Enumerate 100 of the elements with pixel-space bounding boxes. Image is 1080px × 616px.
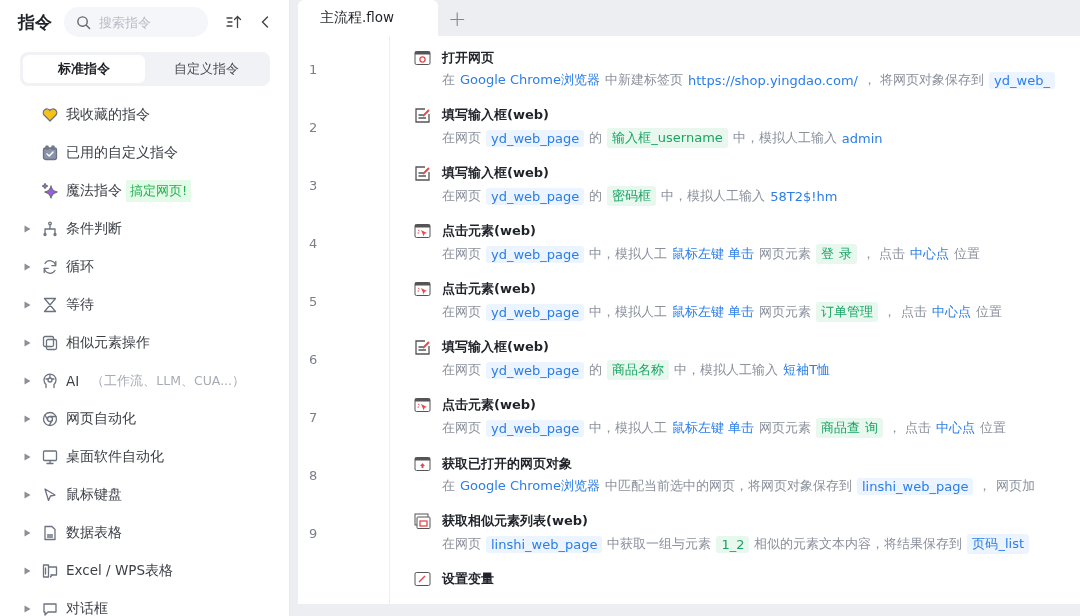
stacked-windows-icon	[414, 512, 431, 530]
command-category[interactable]: AI	[66, 373, 80, 389]
description-text: 中，模拟人工	[589, 303, 668, 321]
variable-tag[interactable]: linshi_web_page	[856, 477, 974, 495]
click-window-icon	[414, 280, 431, 298]
line-number: 4	[309, 235, 318, 251]
command-category[interactable]: 网页自动化	[66, 410, 136, 428]
value-link[interactable]: https://shop.yingdao.com/	[687, 72, 858, 88]
description-text: 中新建标签页	[604, 71, 683, 89]
element-tag[interactable]: 登 录	[816, 244, 857, 264]
value-link[interactable]: 中心点	[909, 245, 949, 263]
caret-icon[interactable]	[24, 339, 31, 347]
element-tag[interactable]: 密码框	[607, 186, 657, 206]
command-category[interactable]: 相似元素操作	[66, 334, 150, 352]
command-category[interactable]: 已用的自定义指令	[66, 144, 178, 162]
step-title[interactable]: 打开网页	[442, 49, 494, 67]
category-note: （工作流、LLM、CUA...）	[91, 372, 246, 390]
value-link[interactable]: admin	[841, 130, 883, 146]
element-tag[interactable]: 商品查 询	[816, 418, 883, 438]
caret-icon[interactable]	[24, 491, 31, 499]
description-text: 在	[442, 71, 455, 89]
caret-icon[interactable]	[24, 453, 31, 461]
description-text: 网页元素	[759, 303, 812, 321]
command-category[interactable]: 桌面软件自动化	[66, 448, 164, 466]
variable-tag[interactable]: yd_web_page	[486, 129, 585, 147]
command-category[interactable]: Excel / WPS表格	[66, 562, 173, 580]
caret-icon[interactable]	[24, 415, 31, 423]
command-category[interactable]: 魔法指令	[66, 182, 122, 200]
variable-tag[interactable]: yd_web_page	[486, 361, 585, 379]
description-text: ， 点击	[883, 303, 927, 321]
description-text: 在	[442, 477, 455, 495]
chat-icon	[42, 601, 58, 616]
command-category[interactable]: 条件判断	[66, 220, 122, 238]
tab[interactable]: 自定义指令	[145, 55, 267, 83]
description-text: 网页元素	[759, 245, 812, 263]
command-category[interactable]: 数据表格	[66, 524, 122, 542]
element-tag[interactable]: 订单管理	[816, 302, 879, 322]
element-tag[interactable]: 1_2	[716, 535, 750, 553]
edit-form-icon	[414, 164, 431, 182]
refresh-icon	[42, 259, 58, 275]
value-link[interactable]: 58T2$!hm	[770, 188, 838, 204]
search-field[interactable]: 搜索指令	[64, 7, 208, 37]
command-category[interactable]: 对话框	[66, 600, 108, 616]
element-tag[interactable]: 输入框_username	[607, 128, 728, 148]
step-title[interactable]: 设置变量	[442, 570, 494, 588]
step-title[interactable]: 填写输入框(web)	[442, 164, 549, 182]
step-title[interactable]: 填写输入框(web)	[442, 338, 549, 356]
click-window-icon	[414, 396, 431, 414]
tab[interactable]: 标准指令	[23, 55, 145, 83]
command-category[interactable]: 我收藏的指令	[66, 106, 150, 124]
value-link[interactable]: Google Chrome浏览器	[460, 477, 600, 495]
spreadsheet-icon	[42, 563, 58, 579]
line-number: 5	[309, 293, 318, 309]
variable-tag[interactable]: 页码_list	[967, 534, 1030, 554]
step-title[interactable]: 填写输入框(web)	[442, 106, 549, 124]
command-category[interactable]: 等待	[66, 296, 94, 314]
element-tag[interactable]: 商品名称	[607, 360, 670, 380]
step-title[interactable]: 点击元素(web)	[442, 222, 536, 240]
variable-tag[interactable]: linshi_web_page	[486, 535, 603, 553]
caret-icon[interactable]	[24, 377, 31, 385]
caret-icon[interactable]	[24, 605, 31, 613]
variable-tag[interactable]: yd_web_	[989, 71, 1055, 89]
value-link[interactable]: 中心点	[931, 303, 971, 321]
caret-icon[interactable]	[24, 225, 31, 233]
step-title[interactable]: 点击元素(web)	[442, 280, 536, 298]
line-number: 8	[309, 467, 318, 483]
variable-tag[interactable]: yd_web_page	[486, 419, 585, 437]
value-link[interactable]: 中心点	[935, 419, 975, 437]
description-text: 在网页	[442, 535, 481, 553]
value-link[interactable]: 鼠标左键 单击	[672, 419, 755, 437]
variable-tag[interactable]: yd_web_page	[486, 187, 585, 205]
step-title[interactable]: 获取相似元素列表(web)	[442, 512, 588, 530]
description-text: 中，模拟人工输入	[674, 361, 779, 379]
add-tab-button[interactable]: +	[438, 5, 477, 31]
description-text: 在网页	[442, 419, 481, 437]
command-category[interactable]: 循环	[66, 258, 94, 276]
description-text: 的	[589, 187, 603, 205]
step-title[interactable]: 点击元素(web)	[442, 396, 536, 414]
file-tab[interactable]: 主流程.flow	[298, 0, 438, 36]
value-link[interactable]: Google Chrome浏览器	[460, 71, 600, 89]
description-text: 中，模拟人工	[589, 419, 668, 437]
caret-icon[interactable]	[24, 567, 31, 575]
step-title[interactable]: 获取已打开的网页对象	[442, 455, 572, 473]
collapse-icon[interactable]	[260, 15, 270, 29]
command-category[interactable]: 鼠标键盘	[66, 486, 122, 504]
sort-icon[interactable]	[226, 15, 242, 29]
copy-icon	[42, 335, 58, 351]
caret-icon[interactable]	[24, 263, 31, 271]
variable-tag[interactable]: yd_web_page	[486, 245, 585, 263]
value-link[interactable]: 鼠标左键 单击	[672, 245, 755, 263]
line-number: 9	[309, 525, 318, 541]
document-icon	[42, 525, 58, 541]
value-link[interactable]: 短袖T恤	[783, 361, 831, 379]
variable-tag[interactable]: yd_web_page	[486, 303, 585, 321]
calendar-check-icon	[42, 145, 58, 161]
caret-icon[interactable]	[24, 301, 31, 309]
caret-icon[interactable]	[24, 529, 31, 537]
description-text: 中，模拟人工输入	[732, 129, 837, 147]
variable-icon	[414, 570, 431, 588]
value-link[interactable]: 鼠标左键 单击	[672, 303, 755, 321]
